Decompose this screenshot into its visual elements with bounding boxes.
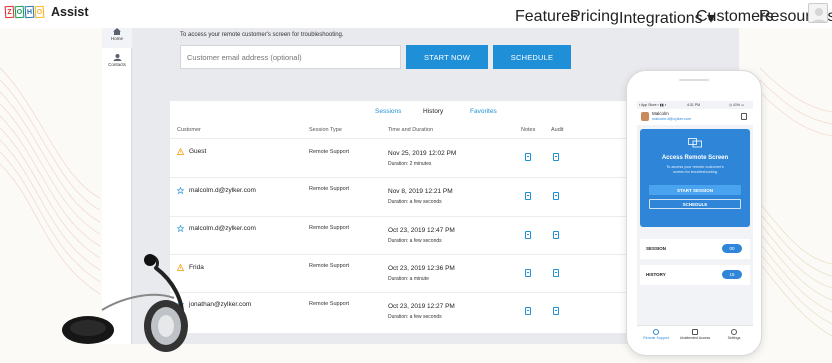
unattended-access-icon xyxy=(692,329,698,335)
phone-speaker xyxy=(679,79,709,81)
phone-header: Malcolm malcolm.d@zylker.com xyxy=(637,109,753,125)
row-session-type: Remote Support xyxy=(309,149,350,155)
phone-screen: ▪ App Store ▪ ▮▮ ◐ 4:31 PM ◷ 41% ▭ Malco… xyxy=(637,101,753,345)
row-session-type: Remote Support xyxy=(309,263,350,269)
row-duration: Duration: a few seconds xyxy=(388,199,442,205)
nav-pricing[interactable]: Pricing xyxy=(570,8,619,26)
column-header-session-type: Session Type xyxy=(309,127,342,133)
column-header-audit: Audit xyxy=(551,127,564,133)
audit-icon[interactable] xyxy=(553,231,559,239)
phone-bottom-tabs: Remote Support Unattended Access Setting… xyxy=(637,325,753,345)
customer-email-input[interactable] xyxy=(180,45,401,69)
notes-icon[interactable] xyxy=(525,307,531,315)
access-remote-screen-card: Access Remote Screen To access your remo… xyxy=(640,129,750,227)
row-duration: Duration: a minute xyxy=(388,276,429,282)
star-icon[interactable] xyxy=(177,225,184,232)
schedule-button[interactable]: SCHEDULE xyxy=(493,45,571,69)
zoho-logo-mark: Z O H O xyxy=(4,5,45,19)
phone-user-email: malcolm.d@zylker.com xyxy=(652,117,692,121)
remote-screen-icon xyxy=(688,138,702,148)
row-duration: Duration: a few seconds xyxy=(388,314,442,320)
headset-image xyxy=(62,254,188,352)
top-navigation: Z O H O Assist Features Pricing Integrat… xyxy=(0,0,832,28)
row-time: Nov 8, 2019 12:21 PM xyxy=(388,188,453,195)
row-customer: jonathan@zylker.com xyxy=(189,301,252,308)
warning-icon xyxy=(177,148,184,155)
notes-icon[interactable] xyxy=(525,153,531,161)
phone-start-session-button[interactable]: START SESSION xyxy=(649,185,741,195)
phone-status-left: ▪ App Store ▪ ▮▮ ◐ xyxy=(639,103,667,107)
audit-icon[interactable] xyxy=(553,269,559,277)
phone-menu-icon[interactable] xyxy=(741,113,747,120)
sidebar-item-home[interactable]: Home xyxy=(102,28,132,48)
phone-card-title: Access Remote Screen xyxy=(661,155,729,161)
phone-status-right: ◷ 41% ▭ xyxy=(729,103,745,107)
phone-history-row[interactable]: HISTORY 15 xyxy=(640,265,750,285)
start-now-button[interactable]: START NOW xyxy=(406,45,488,69)
phone-card-desc-1: To access your remote customer's xyxy=(666,165,724,169)
column-header-time: Time and Duration xyxy=(388,127,434,133)
user-avatar[interactable] xyxy=(808,3,828,23)
phone-user-name: Malcolm xyxy=(652,111,669,116)
table-row[interactable]: Guest Remote Support Nov 25, 2019 12:02 … xyxy=(170,138,640,176)
notes-icon[interactable] xyxy=(525,192,531,200)
phone-tab-remote-support[interactable]: Remote Support xyxy=(637,329,675,340)
phone-session-row[interactable]: SESSION 00 xyxy=(640,239,750,259)
table-row[interactable]: Frida Remote Support Oct 23, 2019 12:36 … xyxy=(170,254,640,292)
star-icon[interactable] xyxy=(177,187,184,194)
audit-icon[interactable] xyxy=(553,307,559,315)
user-silhouette-icon xyxy=(811,8,827,22)
settings-gear-icon xyxy=(731,329,737,335)
tab-sessions[interactable]: Sessions xyxy=(375,108,401,115)
row-customer: malcolm.d@zylker.com xyxy=(189,225,256,232)
notes-icon[interactable] xyxy=(525,231,531,239)
row-customer: malcolm.d@zylker.com xyxy=(189,187,256,194)
table-row[interactable]: malcolm.d@zylker.com Remote Support Nov … xyxy=(170,177,640,215)
audit-icon[interactable] xyxy=(553,192,559,200)
phone-user-avatar xyxy=(641,112,649,121)
phone-status-time: 4:31 PM xyxy=(687,103,701,107)
nav-features[interactable]: Features xyxy=(515,8,578,26)
contacts-icon xyxy=(113,54,121,61)
audit-icon[interactable] xyxy=(553,153,559,161)
phone-tab-unattended-access[interactable]: Unattended Access xyxy=(676,329,714,340)
session-count-badge: 00 xyxy=(722,244,742,253)
history-count-badge: 15 xyxy=(722,270,742,279)
product-name: Assist xyxy=(51,5,89,19)
row-time: Oct 23, 2019 12:27 PM xyxy=(388,303,455,310)
tab-history[interactable]: History xyxy=(423,108,443,115)
zoho-assist-logo[interactable]: Z O H O Assist xyxy=(4,5,89,19)
sidebar-item-contacts[interactable]: Contacts xyxy=(102,54,132,74)
row-duration: Duration: a few seconds xyxy=(388,238,442,244)
mobile-phone-mockup: ▪ App Store ▪ ▮▮ ◐ 4:31 PM ◷ 41% ▭ Malco… xyxy=(626,70,762,356)
row-session-type: Remote Support xyxy=(309,186,350,192)
row-time: Oct 23, 2019 12:47 PM xyxy=(388,227,455,234)
row-customer: Guest xyxy=(189,148,207,155)
session-description: To access your remote customer's screen … xyxy=(180,32,344,38)
sessions-card: Sessions History Favorites Customer Sess… xyxy=(170,101,640,333)
table-row[interactable]: jonathan@zylker.com Remote Support Oct 2… xyxy=(170,292,640,330)
row-time: Nov 25, 2019 12:02 PM xyxy=(388,150,457,157)
row-session-type: Remote Support xyxy=(309,301,350,307)
remote-support-icon xyxy=(653,329,659,335)
home-icon xyxy=(113,28,121,35)
tab-favorites[interactable]: Favorites xyxy=(470,108,497,115)
phone-card-desc-2: screen for troubleshooting xyxy=(673,170,717,174)
phone-schedule-button[interactable]: SCHEDULE xyxy=(649,199,741,209)
row-time: Oct 23, 2019 12:36 PM xyxy=(388,265,455,272)
session-tabs: Sessions History Favorites xyxy=(170,101,640,121)
row-duration: Duration: 2 minutes xyxy=(388,161,432,167)
notes-icon[interactable] xyxy=(525,269,531,277)
column-header-notes: Notes xyxy=(521,127,536,133)
phone-tab-settings[interactable]: Settings xyxy=(715,329,753,340)
row-session-type: Remote Support xyxy=(309,225,350,231)
column-header-customer: Customer xyxy=(177,127,201,133)
table-row[interactable]: malcolm.d@zylker.com Remote Support Oct … xyxy=(170,216,640,254)
